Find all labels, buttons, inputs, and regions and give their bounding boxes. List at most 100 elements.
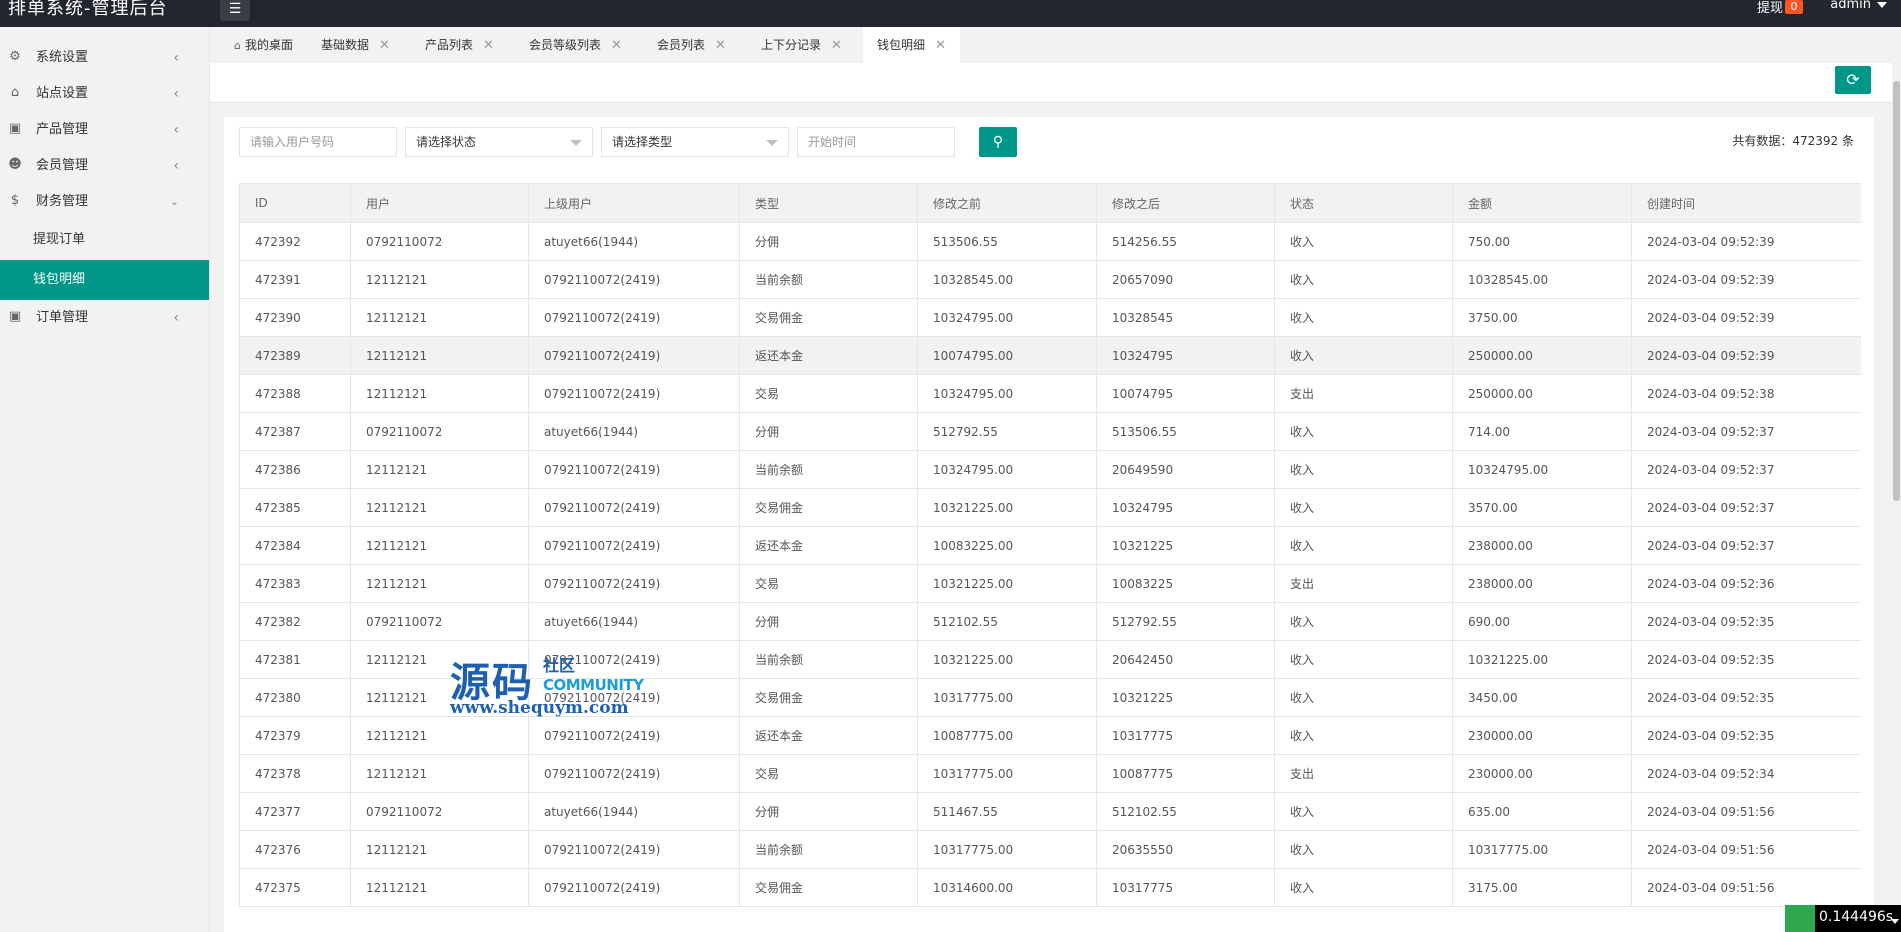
sidebar-subitem-wallet-details[interactable]: 钱包明细 (0, 260, 209, 300)
user-menu[interactable]: admin (1830, 0, 1871, 12)
table-cell: 472375 (239, 868, 351, 907)
user-number-input[interactable] (239, 127, 397, 157)
sidebar-item-system-settings[interactable]: ⚙ 系统设置 ‹ (0, 40, 209, 76)
table-cell: 472378 (239, 754, 351, 793)
table-row[interactable]: 472376 12112121 0792110072(2419) 当前余额 103177… (239, 830, 1861, 869)
table-cell: 472384 (239, 526, 351, 565)
table-row[interactable]: 472392 0792110072 atuyet66(1944) 分佣 513506.5… (239, 222, 1861, 261)
debug-timer[interactable]: 0.144496s (1785, 905, 1901, 932)
chevron-down-icon[interactable] (1877, 2, 1887, 8)
table-cell: 0792110072(2419) (528, 868, 740, 907)
table-cell: 0792110072 (350, 792, 529, 831)
table-cell: 690.00 (1452, 602, 1632, 641)
table-cell: 12112121 (350, 336, 529, 375)
refresh-button[interactable]: ⟳ (1835, 66, 1871, 94)
table-cell: 10317775.00 (917, 830, 1097, 869)
table-row[interactable]: 472378 12112121 0792110072(2419) 交易 10317775… (239, 754, 1861, 793)
table-cell: 分佣 (739, 412, 918, 451)
tab-label: 会员列表 (657, 38, 706, 52)
vertical-scrollbar[interactable] (1892, 63, 1901, 932)
tab-product-list[interactable]: 产品列表 ✕ (411, 27, 508, 63)
table-row[interactable]: 472388 12112121 0792110072(2419) 交易 10324795… (239, 374, 1861, 413)
table-cell: 12112121 (350, 298, 529, 337)
close-icon[interactable]: ✕ (483, 38, 494, 53)
table-cell: 20649590 (1096, 450, 1275, 489)
tab-balance-records[interactable]: 上下分记录 ✕ (747, 27, 856, 63)
table-cell: atuyet66(1944) (528, 792, 740, 831)
table-cell: 472386 (239, 450, 351, 489)
table-cell: 12112121 (350, 716, 529, 755)
table-cell: 0792110072(2419) (528, 754, 740, 793)
table-row[interactable]: 472383 12112121 0792110072(2419) 交易 10321225… (239, 564, 1861, 603)
start-time-input[interactable] (797, 127, 955, 157)
table-row[interactable]: 472391 12112121 0792110072(2419) 当前余额 103285… (239, 260, 1861, 299)
sidebar-item-product-management[interactable]: ▣ 产品管理 ‹ (0, 112, 209, 148)
table-row[interactable]: 472390 12112121 0792110072(2419) 交易佣金 103247… (239, 298, 1861, 337)
sidebar-item-finance-management[interactable]: $ 财务管理 ⌄ (0, 184, 209, 220)
tab-basic-data[interactable]: 基础数据 ✕ (307, 27, 404, 63)
table-cell: 472376 (239, 830, 351, 869)
close-icon[interactable]: ✕ (935, 38, 946, 53)
table-cell: 472380 (239, 678, 351, 717)
table-row[interactable]: 472377 0792110072 atuyet66(1944) 分佣 511467.5… (239, 792, 1861, 831)
table-row[interactable]: 472385 12112121 0792110072(2419) 交易佣金 103212… (239, 488, 1861, 527)
menu-toggle-button[interactable]: ☰ (220, 0, 250, 21)
table-cell: 12112121 (350, 678, 529, 717)
chevron-down-icon (1891, 919, 1899, 924)
table-cell: 472382 (239, 602, 351, 641)
chevron-left-icon: ‹ (173, 50, 179, 66)
tab-member-level-list[interactable]: 会员等级列表 ✕ (515, 27, 636, 63)
table-cell: 2024-03-04 09:52:35 (1631, 640, 1861, 679)
table-cell: atuyet66(1944) (528, 222, 740, 261)
table-cell: 支出 (1274, 754, 1453, 793)
table-row[interactable]: 472387 0792110072 atuyet66(1944) 分佣 512792.5… (239, 412, 1861, 451)
table-cell: atuyet66(1944) (528, 602, 740, 641)
table-row[interactable]: 472381 12112121 0792110072(2419) 当前余额 103212… (239, 640, 1861, 679)
tab-my-desktop[interactable]: ⌂ 我的桌面 (220, 27, 307, 63)
scrollbar-thumb[interactable] (1893, 81, 1900, 501)
table-cell: 0792110072(2419) (528, 830, 740, 869)
type-select-value: 请选择类型 (612, 135, 673, 149)
sidebar-item-site-settings[interactable]: ⌂ 站点设置 ‹ (0, 76, 209, 112)
table-cell: 10317775 (1096, 868, 1275, 907)
table-row[interactable]: 472389 12112121 0792110072(2419) 返还本金 100747… (239, 336, 1861, 375)
table-cell: 当前余额 (739, 260, 918, 299)
table-cell: 交易佣金 (739, 868, 918, 907)
tab-label: 产品列表 (425, 38, 474, 52)
sidebar-item-label: 系统设置 (36, 50, 89, 65)
type-select[interactable]: 请选择类型 (601, 127, 789, 157)
table-cell: 238000.00 (1452, 526, 1632, 565)
timer-value: 0.144496s (1819, 909, 1894, 925)
table-row[interactable]: 472380 12112121 0792110072(2419) 交易佣金 103177… (239, 678, 1861, 717)
close-icon[interactable]: ✕ (379, 38, 390, 53)
table-cell: 收入 (1274, 412, 1453, 451)
status-select[interactable]: 请选择状态 (405, 127, 593, 157)
table-cell: 2024-03-04 09:52:39 (1631, 336, 1861, 375)
table-row[interactable]: 472382 0792110072 atuyet66(1944) 分佣 512102.5… (239, 602, 1861, 641)
table-cell: 10328545.00 (1452, 260, 1632, 299)
tab-label: 我的桌面 (244, 38, 293, 52)
table-cell: 238000.00 (1452, 564, 1632, 603)
table-cell: 472392 (239, 222, 351, 261)
table-row[interactable]: 472384 12112121 0792110072(2419) 返还本金 100832… (239, 526, 1861, 565)
table-cell: 分佣 (739, 602, 918, 641)
sidebar-item-member-management[interactable]: ☻ 会员管理 ‹ (0, 148, 209, 184)
sidebar-item-order-management[interactable]: ▣ 订单管理 ‹ (0, 300, 209, 336)
close-icon[interactable]: ✕ (831, 38, 842, 53)
sidebar-subitem-withdraw-orders[interactable]: 提现订单 (0, 220, 209, 260)
close-icon[interactable]: ✕ (715, 38, 726, 53)
table-row[interactable]: 472379 12112121 0792110072(2419) 返还本金 100877… (239, 716, 1861, 755)
close-icon[interactable]: ✕ (611, 38, 622, 53)
withdraw-link[interactable]: 提现 (1757, 0, 1783, 16)
table-row[interactable]: 472386 12112121 0792110072(2419) 当前余额 103247… (239, 450, 1861, 489)
search-button[interactable]: ⚲ (979, 127, 1017, 157)
column-header: 类型 (739, 183, 918, 223)
column-header: 金额 (1452, 183, 1632, 223)
table-cell: 交易 (739, 374, 918, 413)
table-cell: 2024-03-04 09:52:38 (1631, 374, 1861, 413)
tab-member-list[interactable]: 会员列表 ✕ (643, 27, 740, 63)
page-toolbar: ⟳ (210, 63, 1901, 103)
table-row[interactable]: 472375 12112121 0792110072(2419) 交易佣金 103146… (239, 868, 1861, 907)
tab-wallet-details[interactable]: 钱包明细 ✕ (863, 27, 960, 63)
table-cell: 514256.55 (1096, 222, 1275, 261)
